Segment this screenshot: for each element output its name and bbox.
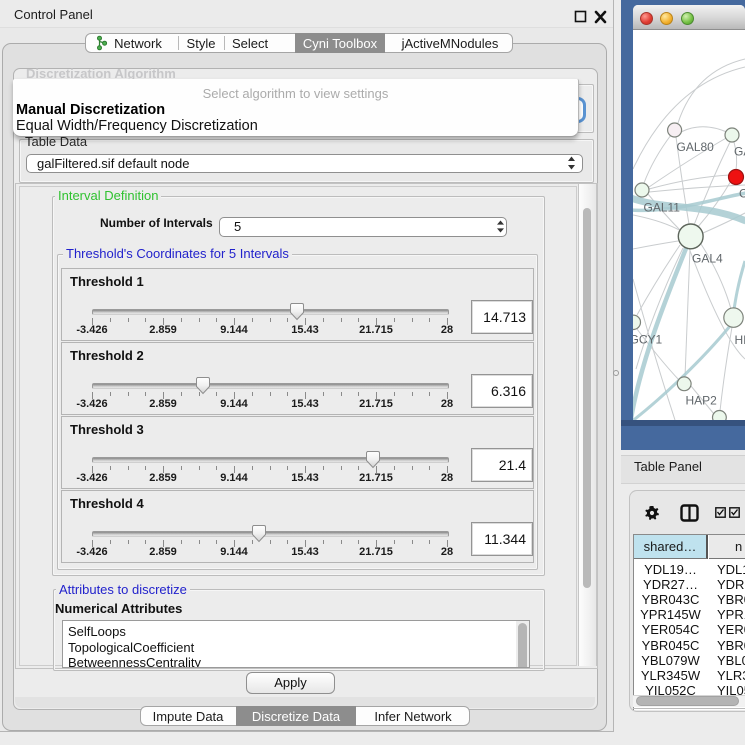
- svg-text:HIS4: HIS4: [735, 333, 745, 347]
- svg-text:GAL80: GAL80: [677, 140, 715, 154]
- svg-text:GAL11: GAL11: [644, 201, 681, 215]
- svg-text:CAT8: CAT8: [739, 187, 745, 201]
- svg-text:GAL7: GAL7: [734, 145, 745, 159]
- svg-text:HAP2: HAP2: [686, 394, 718, 408]
- svg-text:GCY1: GCY1: [633, 333, 663, 347]
- svg-text:GAL4: GAL4: [692, 252, 723, 266]
